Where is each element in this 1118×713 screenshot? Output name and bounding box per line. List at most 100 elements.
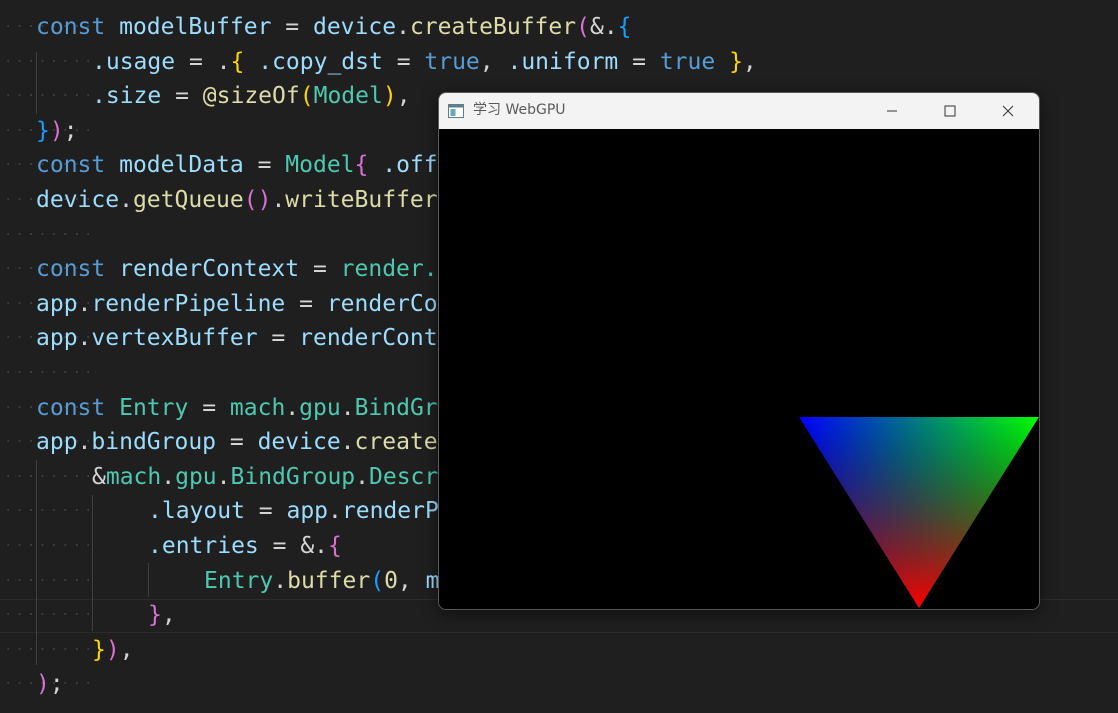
code-text: const renderContext = render. <box>36 252 438 287</box>
close-icon <box>1002 105 1014 117</box>
code-text: .layout = app.renderP <box>148 494 439 529</box>
code-token: , <box>396 83 411 110</box>
code-token: const <box>36 14 106 40</box>
code-token: & <box>92 463 106 490</box>
code-token: = <box>271 14 313 40</box>
code-token: mach <box>229 394 286 421</box>
code-token: } <box>729 48 743 75</box>
code-token: , <box>479 48 508 75</box>
indent-guide <box>148 563 149 597</box>
code-token: } <box>92 636 106 663</box>
code-text: const modelData = Model{ .off <box>36 148 438 183</box>
code-token: ( <box>299 83 314 110</box>
code-text: }), <box>92 633 134 668</box>
code-token: device <box>257 429 341 456</box>
code-token: . <box>271 187 286 213</box>
code-token: . <box>119 187 133 213</box>
code-token: } <box>36 117 50 144</box>
code-token: . <box>355 463 369 490</box>
close-button[interactable] <box>979 93 1037 129</box>
code-token: renderContext <box>119 256 300 283</box>
code-token: . <box>77 290 92 317</box>
code-token: modelBuffer <box>119 14 272 40</box>
whitespace-marker: ········ <box>4 468 96 485</box>
code-token: .off <box>368 152 438 179</box>
maximize-button[interactable] <box>921 93 979 129</box>
code-text: }, <box>148 598 176 633</box>
code-token: . <box>396 14 410 40</box>
code-token: const <box>36 394 106 421</box>
code-token: Entry <box>204 567 274 594</box>
code-token: createBuffer <box>409 14 577 40</box>
triangle-shade <box>799 417 1039 608</box>
code-token: ) <box>49 117 64 144</box>
code-token: true <box>659 48 716 75</box>
code-token: Entry <box>119 394 189 421</box>
code-token: = <box>161 83 203 110</box>
code-text: }); <box>36 114 78 149</box>
code-token: = <box>244 498 287 525</box>
code-token: Model <box>285 152 355 179</box>
whitespace-marker: ········ <box>4 226 96 243</box>
code-token: gpu <box>175 463 217 490</box>
code-token: () <box>243 187 272 213</box>
whitespace-marker: ········ <box>4 607 96 624</box>
minimize-button[interactable] <box>863 93 921 129</box>
code-token: BindGroup <box>230 463 356 490</box>
code-token: = <box>257 325 300 352</box>
render-canvas[interactable] <box>439 129 1039 609</box>
code-token: .entries <box>148 533 259 559</box>
code-token: const <box>36 152 106 179</box>
code-text: const Entry = mach.gpu.BindGr <box>36 391 438 426</box>
code-token: = <box>382 48 425 75</box>
code-token: . <box>285 394 300 421</box>
code-text: .usage = .{ .copy_dst = true, .uniform =… <box>92 45 757 80</box>
code-token: ( <box>370 567 385 594</box>
code-token: } <box>148 602 162 629</box>
whitespace-marker: ········ <box>4 572 96 589</box>
code-token: . <box>77 325 92 352</box>
whitespace-marker: ········ <box>4 88 96 105</box>
code-token: &. <box>300 533 329 559</box>
code-token: . <box>340 394 355 421</box>
code-token: ) <box>382 83 397 110</box>
whitespace-marker: ········ <box>4 365 96 381</box>
code-token: ) <box>36 671 50 698</box>
code-token: renderP <box>341 498 439 525</box>
whitespace-marker: ········ <box>4 641 96 658</box>
code-text: app.bindGroup = device.create <box>36 425 438 460</box>
code-token: renderCo <box>326 290 438 317</box>
code-token: Descr <box>369 463 439 490</box>
code-token: , <box>742 48 757 75</box>
minimize-icon <box>887 110 897 112</box>
code-token: getQueue <box>132 187 244 213</box>
webgpu-window[interactable]: 学习 WebGPU <box>438 92 1040 610</box>
code-token: ) <box>105 636 120 663</box>
code-token: , <box>119 636 134 663</box>
code-token: = <box>175 48 217 75</box>
code-token: app <box>36 325 78 352</box>
code-token: . <box>273 567 288 594</box>
triangle-render <box>799 417 1039 608</box>
code-token: = <box>258 533 301 559</box>
whitespace-marker: ········ <box>4 53 96 70</box>
whitespace-marker: ········ <box>4 538 96 554</box>
maximize-icon <box>944 105 956 117</box>
code-token: device <box>312 14 397 40</box>
window-titlebar[interactable]: 学习 WebGPU <box>439 93 1039 129</box>
code-token: { <box>230 48 245 75</box>
code-token: . <box>77 429 92 456</box>
code-token: = <box>618 48 660 75</box>
code-text: const modelBuffer = device.createBuffer(… <box>36 10 632 45</box>
code-token: { <box>354 152 369 179</box>
code-token: modelData <box>119 152 244 179</box>
code-token: ; <box>63 117 78 144</box>
code-text: ); <box>36 667 64 702</box>
code-token: . <box>328 498 342 525</box>
code-token: .copy_dst <box>244 48 383 75</box>
code-text: &mach.gpu.BindGroup.Descr <box>92 460 438 495</box>
code-token: renderCont <box>299 325 438 352</box>
code-token: app <box>36 429 78 456</box>
code-token: create <box>354 429 438 456</box>
